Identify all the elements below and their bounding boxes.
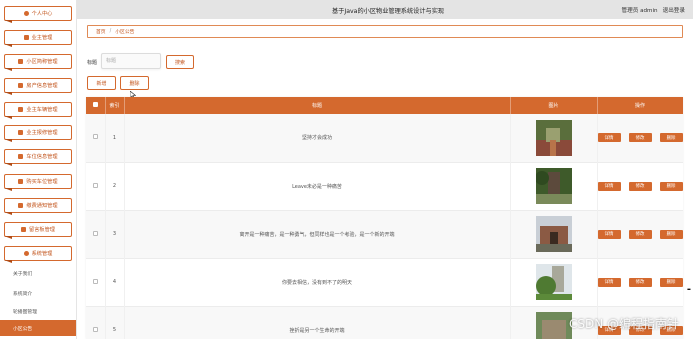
row-index: 3: [105, 210, 125, 258]
detail-button[interactable]: 详情: [597, 133, 621, 143]
grid-icon: [18, 154, 24, 159]
menu-parking-purchase-management[interactable]: 购买车位管理: [4, 174, 72, 189]
menu-message-board-management[interactable]: 留言板管理: [4, 222, 72, 237]
row-checkbox[interactable]: [92, 278, 98, 284]
announcement-thumbnail: [535, 216, 572, 252]
add-button[interactable]: 新增: [87, 76, 116, 90]
row-checkbox[interactable]: [92, 230, 98, 236]
column-header-image: 图片: [510, 97, 598, 114]
announcement-thumbnail: [535, 119, 572, 156]
menu-payment-notice-management[interactable]: 缴费通知管理: [4, 198, 72, 213]
breadcrumb-current: 小区公告: [115, 30, 135, 35]
column-header-title: 标题: [124, 97, 511, 114]
menu-community-management[interactable]: 小区简称管理: [4, 54, 72, 69]
table-header-row: 索引 标题 图片 操作: [86, 97, 683, 114]
watermark: CSDN @编程指南针: [568, 317, 679, 331]
sidebar-item-system-intro[interactable]: 系统简介: [0, 286, 76, 300]
breadcrumb: 首页 / 小区公告: [87, 25, 683, 38]
announcement-thumbnail: [535, 264, 572, 300]
lock-icon: [21, 227, 27, 232]
row-title: Leave未必是一种痛苦: [124, 162, 511, 210]
search-input[interactable]: [101, 53, 161, 69]
sidebar-item-about-us[interactable]: 关于我们: [0, 266, 76, 280]
breadcrumb-home[interactable]: 首页: [96, 28, 106, 35]
menu-system-management[interactable]: 系统管理: [4, 246, 72, 261]
row-index: 1: [105, 114, 125, 162]
delete-button[interactable]: 删除: [659, 277, 683, 287]
user-label: 管理员 admin: [621, 8, 658, 14]
row-checkbox[interactable]: [92, 182, 98, 188]
row-title: 离开是一种痛苦，是一种勇气，但同样也是一个考验，是一个新的开端: [124, 210, 511, 258]
menu-repair-management[interactable]: 业主报修管理: [4, 125, 72, 140]
detail-button[interactable]: 详情: [597, 229, 621, 239]
row-index: 4: [105, 258, 125, 306]
grid-icon: [18, 83, 24, 88]
delete-button[interactable]: 删除: [659, 229, 683, 239]
table-row: 1 坚持才会成功 详情 修改 删除: [86, 114, 683, 162]
table-row: 2 Leave未必是一种痛苦 详情 修改 删除: [86, 162, 683, 210]
grid-icon: [18, 107, 24, 112]
edit-button[interactable]: 修改: [628, 229, 652, 239]
select-all-checkbox[interactable]: [92, 102, 98, 107]
edit-button[interactable]: 修改: [628, 133, 652, 143]
edge-mark: -: [686, 284, 691, 295]
menu-owner-vehicle-management[interactable]: 业主车辆管理: [4, 102, 72, 117]
user-area: 管理员 admin 退出登录: [622, 6, 685, 14]
page-title: 基于Java的小区物业管理系统设计与实现: [332, 8, 445, 15]
sidebar-item-community-announcement[interactable]: 小区公告: [0, 320, 76, 336]
edit-button[interactable]: 修改: [628, 181, 652, 191]
grid-icon: [23, 35, 29, 40]
person-icon: [23, 11, 29, 16]
row-checkbox[interactable]: [92, 326, 98, 332]
row-title: 坚持才会成功: [124, 114, 511, 162]
row-title: 你要去相信，没有到不了的明天: [124, 258, 511, 306]
announcement-table: 索引 标题 图片 操作 1 坚持才会成功 详情 修改 删除 2 Leave未必是…: [86, 97, 683, 339]
trophy-icon: [18, 130, 24, 135]
select-all-cell: [86, 97, 106, 114]
batch-delete-button[interactable]: 删除: [120, 76, 149, 90]
search-button[interactable]: 搜索: [166, 55, 194, 69]
grid-icon: [18, 179, 24, 184]
delete-button[interactable]: 删除: [659, 181, 683, 191]
sidebar: 个人中心 业主管理 小区简称管理 房产信息管理 业主车辆管理 业主报修管理 车位…: [0, 0, 77, 339]
detail-button[interactable]: 详情: [597, 277, 621, 287]
table-row: 3 离开是一种痛苦，是一种勇气，但同样也是一个考验，是一个新的开端 详情 修改 …: [86, 210, 683, 258]
logout-link[interactable]: 退出登录: [663, 6, 685, 14]
menu-personal-center[interactable]: 个人中心: [4, 6, 72, 21]
building-icon: [18, 203, 24, 208]
row-checkbox[interactable]: [92, 134, 98, 140]
announcement-thumbnail: [535, 312, 572, 339]
row-index: 2: [105, 162, 125, 210]
breadcrumb-separator: /: [109, 29, 112, 34]
column-header-index: 索引: [105, 97, 125, 114]
menu-parking-info-management[interactable]: 车位信息管理: [4, 149, 72, 164]
menu-owner-management[interactable]: 业主管理: [4, 30, 72, 45]
row-index: 5: [105, 306, 125, 339]
lock-icon: [18, 59, 24, 64]
person-icon: [23, 251, 29, 256]
top-header: 基于Java的小区物业管理系统设计与实现 管理员 admin 退出登录: [77, 0, 693, 19]
detail-button[interactable]: 详情: [597, 181, 621, 191]
column-header-ops: 操作: [597, 97, 683, 114]
table-row: 4 你要去相信，没有到不了的明天 详情 修改 删除: [86, 258, 683, 306]
sidebar-item-carousel-management[interactable]: 轮播图管理: [0, 304, 76, 318]
delete-button[interactable]: 删除: [659, 133, 683, 143]
edit-button[interactable]: 修改: [628, 277, 652, 287]
announcement-thumbnail: [535, 168, 572, 204]
row-title: 挫折是另一个生命的开端: [124, 306, 511, 339]
search-label: 标题: [87, 60, 98, 66]
menu-property-management[interactable]: 房产信息管理: [4, 78, 72, 93]
